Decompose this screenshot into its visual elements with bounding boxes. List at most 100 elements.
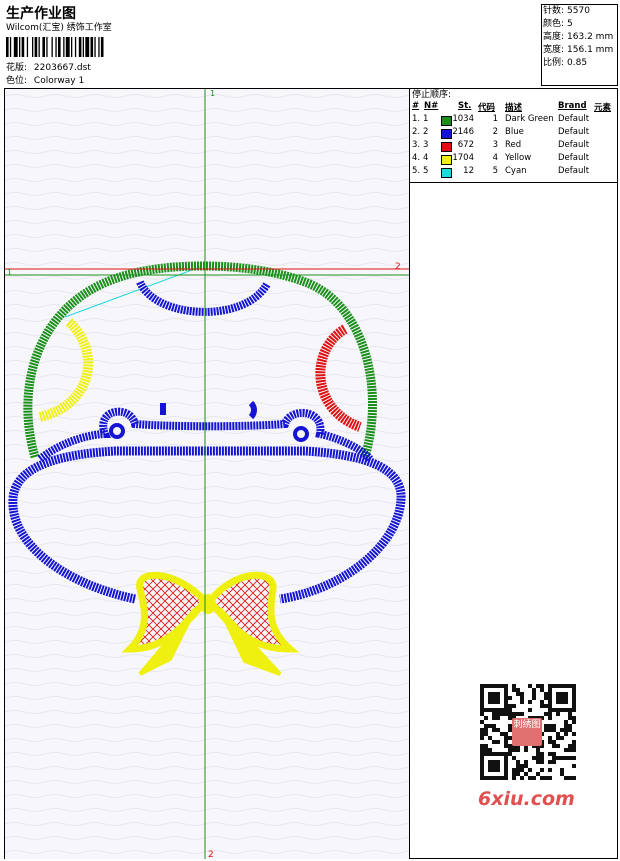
color-description: Cyan (505, 166, 527, 176)
qr-module (560, 700, 564, 704)
qr-module (544, 712, 548, 716)
stitch-count: 12 (463, 166, 474, 176)
qr-module (512, 712, 516, 716)
qr-module (512, 776, 516, 780)
qr-module (492, 712, 496, 716)
qr-module (480, 748, 484, 752)
barcode-bar (38, 37, 40, 57)
qr-module (504, 744, 508, 748)
qr-module (480, 776, 484, 780)
qr-module (552, 724, 556, 728)
qr-module (528, 684, 532, 688)
qr-module (572, 732, 576, 736)
design-label: 花版: (6, 63, 28, 73)
qr-module (496, 776, 500, 780)
qr-module (492, 700, 496, 704)
qr-module (480, 688, 484, 692)
v-guide-top-label: 1 (210, 89, 215, 98)
qr-module (572, 744, 576, 748)
barcode-bar (58, 37, 61, 57)
qr-module (512, 772, 516, 776)
qr-module (540, 776, 544, 780)
qr-module (552, 728, 556, 732)
qr-module (568, 708, 572, 712)
stat-row: 宽度: 156.1 mm (543, 44, 613, 57)
thread-brand: Default (558, 166, 590, 176)
qr-module (552, 756, 556, 760)
qr-module (516, 688, 520, 692)
qr-module (548, 700, 552, 704)
table-row: 1. 1 1034 1 Dark Green Default (410, 114, 618, 127)
qr-module (572, 764, 576, 768)
table-row: 5. 5 12 5 Cyan Default (410, 166, 618, 179)
qr-module (540, 700, 544, 704)
table-row: 4. 4 1704 4 Yellow Default (410, 153, 618, 166)
qr-module (524, 772, 528, 776)
qr-module (504, 732, 508, 736)
qr-module (572, 708, 576, 712)
qr-module (564, 728, 568, 732)
barcode-bar (26, 37, 29, 57)
qr-module (484, 776, 488, 780)
qr-module (564, 720, 568, 724)
qr-module (568, 756, 572, 760)
qr-module (572, 720, 576, 724)
qr-module (504, 776, 508, 780)
qr-module (556, 692, 560, 696)
qr-module (536, 760, 540, 764)
qr-module (488, 764, 492, 768)
qr-module (480, 720, 484, 724)
row-index: 4. (412, 153, 421, 163)
barcode-bar (13, 37, 18, 57)
qr-module (484, 716, 488, 720)
qr-module (540, 756, 544, 760)
qr-module (516, 748, 520, 752)
column-header: # (412, 101, 420, 111)
qr-module (504, 688, 508, 692)
qr-module (552, 760, 556, 764)
column-header: 元素 (594, 103, 612, 113)
needle-number: 1 (423, 114, 429, 124)
qr-module (568, 684, 572, 688)
color-description: Red (505, 140, 522, 150)
qr-module (488, 708, 492, 712)
qr-module (496, 684, 500, 688)
qr-module (480, 696, 484, 700)
qr-module (504, 740, 508, 744)
qr-module (544, 728, 548, 732)
stat-row: 高度: 163.2 mm (543, 31, 613, 44)
barcode-bar (78, 37, 82, 57)
qr-module (572, 748, 576, 752)
color-code: 4 (492, 153, 498, 163)
qr-module (548, 716, 552, 720)
color-description: Yellow (505, 153, 532, 163)
qr-module (496, 696, 500, 700)
qr-module (492, 708, 496, 712)
qr-module (500, 684, 504, 688)
qr-module (500, 712, 504, 716)
qr-module (480, 700, 484, 704)
qr-module (512, 704, 516, 708)
row-index: 3. (412, 140, 421, 150)
qr-module (484, 744, 488, 748)
needle-number: 4 (423, 153, 429, 163)
design-canvas[interactable]: 1 2 1 2 (5, 89, 409, 859)
qr-module (548, 692, 552, 696)
qr-module (496, 768, 500, 772)
qr-module (564, 748, 568, 752)
qr-module (508, 696, 512, 700)
qr-module (540, 760, 544, 764)
qr-module (504, 712, 508, 716)
qr-module (520, 768, 524, 772)
qr-module (492, 696, 496, 700)
qr-module (520, 776, 524, 780)
qr-module (480, 712, 484, 716)
qr-module (528, 708, 532, 712)
qr-module (560, 768, 564, 772)
qr-module (492, 716, 496, 720)
qr-module (480, 732, 484, 736)
qr-module (524, 760, 528, 764)
color-code: 1 (492, 114, 498, 124)
qr-module (524, 764, 528, 768)
qr-module (548, 752, 552, 756)
